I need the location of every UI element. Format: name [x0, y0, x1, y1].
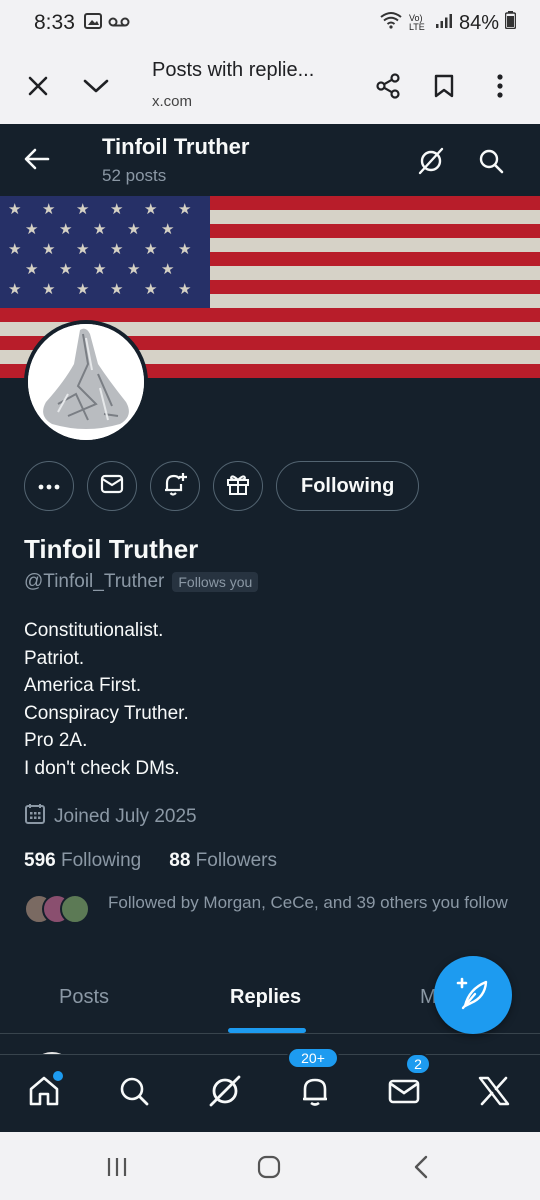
- nav-messages[interactable]: [384, 1073, 424, 1113]
- gift-button[interactable]: [213, 461, 263, 511]
- message-button[interactable]: [87, 461, 137, 511]
- recents-icon[interactable]: [102, 1152, 132, 1182]
- compose-icon: [455, 975, 491, 1016]
- back-arrow-icon[interactable]: [20, 142, 54, 176]
- voicemail-icon: [108, 15, 130, 33]
- profile-name: Tinfoil Truther: [24, 534, 199, 564]
- profile-handle: @Tinfoil_Truther: [24, 571, 165, 592]
- grok-icon: [208, 1074, 242, 1113]
- network-label: Vo) LTE: [408, 13, 425, 32]
- image-icon: [84, 13, 102, 34]
- bell-plus-icon: [162, 471, 188, 502]
- nav-x[interactable]: [474, 1073, 514, 1113]
- home-circle-icon[interactable]: [254, 1152, 284, 1182]
- share-icon[interactable]: [368, 66, 408, 106]
- battery-percent: 84%: [458, 11, 499, 34]
- browser-url: x.com: [152, 93, 193, 110]
- bio-line: Pro 2A.: [24, 730, 88, 752]
- following-button[interactable]: Following: [276, 461, 420, 511]
- header-profile-name: Tinfoil Truther: [102, 134, 250, 159]
- profile-top-bar: Tinfoil Truther 52 posts: [0, 124, 540, 196]
- following-stat[interactable]: 596 Following: [24, 850, 141, 872]
- tab-posts[interactable]: Posts: [59, 986, 109, 1009]
- joined-date: Joined July 2025: [24, 803, 197, 831]
- profile-actions: Following: [24, 461, 420, 511]
- close-icon[interactable]: [18, 66, 58, 106]
- wifi-icon: [379, 11, 403, 35]
- followed-by-text: Followed by Morgan, CeCe, and 39 others …: [108, 893, 508, 912]
- calendar-icon: [24, 803, 46, 831]
- bell-icon: [300, 1075, 330, 1112]
- profile-avatar[interactable]: [24, 320, 148, 444]
- back-chevron-icon[interactable]: [406, 1152, 436, 1182]
- gift-icon: [226, 472, 250, 501]
- search-icon[interactable]: [474, 144, 508, 178]
- profile-page: Tinfoil Truther 52 posts ★ ★ ★ ★ ★ ★ ★ ★ ★ ★: [0, 124, 540, 1132]
- bio-line: America First.: [24, 675, 142, 697]
- profile-bio: Constitutionalist. Patriot. America Firs…: [24, 617, 189, 783]
- more-vertical-icon[interactable]: [480, 66, 520, 106]
- notifications-badge: 20+: [287, 1047, 339, 1069]
- follow-stats: 596 Following 88 Followers: [24, 850, 277, 872]
- signal-icon: [435, 12, 453, 35]
- active-tab-indicator: [228, 1028, 306, 1033]
- header-posts-count: 52 posts: [102, 166, 167, 185]
- battery-icon: [504, 11, 517, 35]
- compose-button[interactable]: [434, 956, 512, 1034]
- bottom-nav: 20+ 2: [0, 1047, 540, 1132]
- following-label: Following: [60, 850, 142, 871]
- browser-page-title: Posts with replie...: [152, 59, 315, 81]
- follows-you-badge: Follows you: [172, 572, 259, 592]
- bio-line: I don't check DMs.: [24, 757, 180, 779]
- browser-header: Posts with replie... x.com: [0, 46, 540, 124]
- mail-icon: [388, 1077, 420, 1110]
- status-bar: 8:33 Vo) LTE 84%: [0, 0, 540, 46]
- system-nav-bar: [0, 1132, 540, 1200]
- x-logo-icon: [478, 1076, 510, 1111]
- status-time: 8:33: [34, 11, 75, 34]
- nav-search[interactable]: [114, 1073, 154, 1113]
- notify-button[interactable]: [150, 461, 200, 511]
- followers-stat[interactable]: 88 Followers: [169, 850, 277, 872]
- joined-label: Joined July 2025: [54, 806, 197, 827]
- more-horizontal-icon: [38, 477, 60, 495]
- followers-count: 88: [169, 850, 191, 871]
- nav-notifications[interactable]: [295, 1073, 335, 1113]
- home-unread-dot: [53, 1071, 63, 1081]
- bio-line: Conspiracy Truther.: [24, 702, 189, 724]
- followers-label: Followers: [195, 850, 277, 871]
- bookmark-icon[interactable]: [424, 66, 464, 106]
- more-button[interactable]: [24, 461, 74, 511]
- tab-replies[interactable]: Replies: [230, 986, 301, 1009]
- avatar: [60, 894, 90, 924]
- mail-icon: [100, 474, 124, 499]
- search-icon: [118, 1075, 150, 1112]
- bio-line: Constitutionalist.: [24, 620, 164, 641]
- messages-badge: 2: [405, 1053, 431, 1075]
- following-count: 596: [24, 850, 56, 871]
- grok-icon[interactable]: [414, 144, 448, 178]
- bio-line: Patriot.: [24, 647, 85, 669]
- chevron-down-icon[interactable]: [76, 66, 116, 106]
- nav-grok[interactable]: [205, 1073, 245, 1113]
- tinfoil-hat-image: [28, 324, 144, 440]
